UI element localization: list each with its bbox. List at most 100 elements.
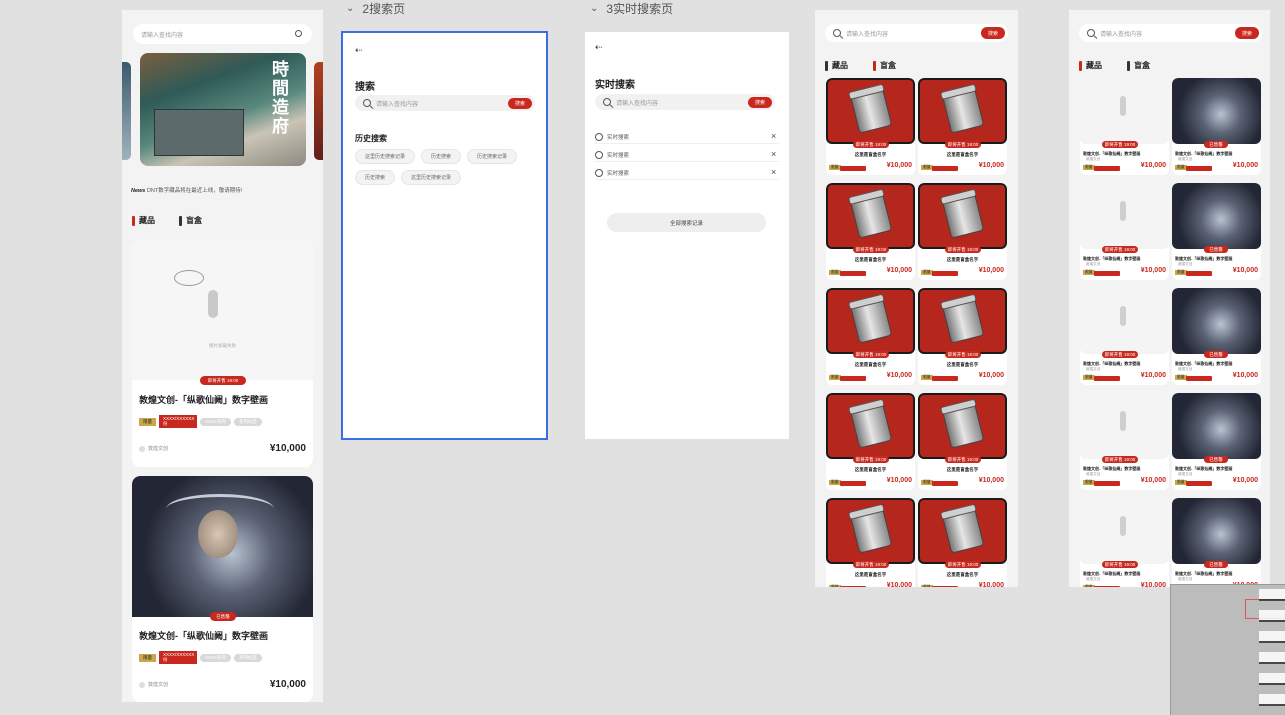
grid-card[interactable]: 即将开售 19:00 这里是盲盒名字 限量 ¥10,000 (826, 393, 915, 490)
result-row[interactable]: 实时搜索 (595, 166, 779, 180)
card-name: 这里是盲盒名字 (854, 257, 887, 262)
card-price: ¥10,000 (1232, 477, 1258, 484)
edition-tag: 限量 XXXX/XXXXXX份 XXXX系列 系列标签 (139, 651, 263, 664)
search-input[interactable]: 请输入查找内容 搜索 (595, 94, 775, 110)
result-row[interactable]: 实时搜索 (595, 130, 779, 144)
grid-card[interactable]: 即将开售 19:00 这里是盲盒名字 限量 ¥10,000 (918, 393, 1007, 490)
grid-card[interactable]: 即将开售 19:00 这里是盲盒名字 限量 ¥10,000 (826, 288, 915, 385)
creator-avatar (139, 445, 145, 452)
grid-card[interactable]: 即将开售 19:00 敦煌文创-「纵歌仙阙」数字壁画 敦煌文创 限量 ¥10,000 (1080, 498, 1169, 587)
grid-card[interactable]: 已售罄敦煌文创-「纵歌仙阙」数字壁画敦煌文创限量¥10,000 (1172, 393, 1261, 490)
grid-card[interactable]: 即将开售 19:00 这里是盲盒名字 限量 ¥10,000 (826, 498, 915, 587)
history-chip[interactable]: 这里历史搜索记录 (355, 149, 416, 164)
chevron-down-icon[interactable]: ⌄ (590, 3, 598, 14)
search-button[interactable]: 搜索 (981, 27, 1005, 39)
minimap-thumbnails (1259, 589, 1285, 714)
history-chip[interactable]: 历史搜索 (355, 170, 396, 185)
blindbox-grid-frame: 请输入查找内容 搜索 藏品 盲盒 即将开售 19:00 这里是盲盒名字 限量 ¥10,… (815, 10, 1018, 587)
search-button[interactable]: 搜索 (1235, 27, 1259, 39)
card-price: ¥10,000 (978, 162, 1004, 169)
search-input[interactable]: 请输入查找内容 搜索 (1079, 24, 1262, 42)
status-badge: 即将开售 19:00 (945, 246, 981, 253)
blindbox-image (918, 183, 1007, 249)
product-card[interactable]: 图片加载失败 即将开售 19:00 敦煌文创-「纵歌仙阙」数字壁画 限量 XXX… (132, 240, 313, 467)
grid-card[interactable]: 即将开售 19:00 这里是盲盒名字 限量 ¥10,000 (918, 498, 1007, 587)
status-badge: 即将开售 19:00 (853, 351, 889, 358)
tab-blindbox[interactable]: 盲盒 (179, 215, 202, 226)
clock-icon (595, 168, 603, 177)
frame2-header[interactable]: ⌄ 2搜索页 (346, 0, 405, 17)
edition-tag: 限量 (921, 480, 933, 485)
creator-avatar (139, 681, 145, 688)
grid-card[interactable]: 即将开售 19:00 这里是盲盒名字 限量 ¥10,000 (918, 288, 1007, 385)
grid-card[interactable]: 已售罄敦煌文创-「纵歌仙阙」数字壁画敦煌文创限量¥10,000 (1172, 183, 1261, 280)
home-search-input[interactable]: 请输入查找内容 (133, 24, 312, 44)
back-icon[interactable]: ⇠ (355, 45, 363, 56)
product-card[interactable]: 已售罄 敦煌文创-「纵歌仙阙」数字壁画 限量 XXXX/XXXXXX份 XXXX… (132, 476, 313, 702)
all-records-button[interactable]: 全部搜索记录 (607, 213, 766, 232)
banner-image[interactable]: 時間造府 (140, 53, 306, 166)
card-price: ¥10,000 (1232, 162, 1258, 169)
tab-label: 藏品 (139, 216, 155, 225)
banner-right-peek[interactable] (314, 62, 323, 160)
minimap[interactable] (1170, 584, 1285, 715)
realtime-search-frame: ⇠ 实时搜索 请输入查找内容 搜索 实时搜索 × 实时搜索 × 实时搜索 × 全… (585, 32, 789, 439)
status-badge: 即将开售 19:00 (1102, 561, 1138, 568)
grid-card[interactable]: 即将开售 19:00 这里是盲盒名字 限量 ¥10,000 (918, 183, 1007, 280)
search-button[interactable]: 搜索 (508, 97, 532, 109)
edition-tag: 限量 (829, 270, 841, 275)
tab-blindbox[interactable]: 盲盒 (1127, 60, 1150, 71)
grid-card[interactable]: 即将开售 19:00 这里是盲盒名字 限量 ¥10,000 (826, 183, 915, 280)
search-button[interactable]: 搜索 (748, 96, 772, 108)
search-input[interactable]: 请输入查找内容 搜索 (355, 95, 535, 111)
close-icon[interactable]: × (771, 149, 776, 159)
close-icon[interactable]: × (771, 131, 776, 141)
card-name: 这里是盲盒名字 (946, 467, 979, 472)
card-price: ¥10,000 (1232, 267, 1258, 274)
close-icon[interactable]: × (771, 167, 776, 177)
chevron-down-icon[interactable]: ⌄ (346, 3, 354, 14)
history-chip[interactable]: 历史搜索记录 (467, 149, 518, 164)
tab-collectibles[interactable]: 藏品 (1079, 60, 1102, 71)
grid-card[interactable]: 已售罄敦煌文创-「纵歌仙阙」数字壁画敦煌文创限量¥10,000 (1172, 78, 1261, 175)
tab-collectibles[interactable]: 藏品 (132, 215, 155, 226)
product-price: ¥10,000 (269, 679, 306, 690)
edition-tag: 限量 (921, 165, 933, 170)
grid-card[interactable]: 已售罄敦煌文创-「纵歌仙阙」数字壁画敦煌文创限量¥10,000 (1172, 498, 1261, 587)
history-chip[interactable]: 历史搜索 (421, 149, 462, 164)
grid-card[interactable]: 即将开售 19:00 敦煌文创-「纵歌仙阙」数字壁画 敦煌文创 限量 ¥10,000 (1080, 393, 1169, 490)
edition-bar (932, 481, 958, 486)
grid-card[interactable]: 即将开售 19:00 这里是盲盒名字 限量 ¥10,000 (826, 78, 915, 175)
empty-image (1080, 393, 1169, 459)
grid-card[interactable]: 已售罄敦煌文创-「纵歌仙阙」数字壁画敦煌文创限量¥10,000 (1172, 288, 1261, 385)
grid-card[interactable]: 即将开售 19:00 敦煌文创-「纵歌仙阙」数字壁画 敦煌文创 限量 ¥10,000 (1080, 78, 1169, 175)
search-icon[interactable] (295, 30, 302, 37)
grid-card[interactable]: 即将开售 19:00 敦煌文创-「纵歌仙阙」数字壁画 敦煌文创 限量 ¥10,000 (1080, 288, 1169, 385)
grid-card[interactable]: 即将开售 19:00 敦煌文创-「纵歌仙阙」数字壁画 敦煌文创 限量 ¥10,000 (1080, 183, 1169, 280)
card-name: 这里是盲盒名字 (946, 362, 979, 367)
tab-collectibles[interactable]: 藏品 (825, 60, 848, 71)
status-badge: 即将开售 19:00 (945, 141, 981, 148)
edition-bar (840, 481, 866, 486)
back-icon[interactable]: ⇠ (595, 42, 603, 53)
banner-left-peek[interactable] (122, 62, 131, 160)
search-input[interactable]: 请输入查找内容 搜索 (825, 24, 1008, 42)
history-chip[interactable]: 这里历史搜索记录 (401, 170, 462, 185)
tab-blindbox[interactable]: 盲盒 (873, 60, 896, 71)
grid-card[interactable]: 即将开售 19:00 这里是盲盒名字 限量 ¥10,000 (918, 78, 1007, 175)
card-price: ¥10,000 (1140, 372, 1166, 379)
news-bar[interactable]: News DNT数字藏品将在最近上线，敬请期待! (131, 186, 242, 194)
frame3-header[interactable]: ⌄ 3实时搜索页 (590, 0, 673, 17)
edition-tag: 限量 (1175, 270, 1187, 275)
edition-tag: 限量 (829, 585, 841, 587)
edition-tag: 限量 (1083, 585, 1095, 587)
edition-bar (1094, 271, 1120, 276)
card-price: ¥10,000 (978, 582, 1004, 587)
status-badge: 即将开售 19:00 (853, 141, 889, 148)
edition-bar (932, 166, 958, 171)
result-row[interactable]: 实时搜索 (595, 148, 779, 162)
edition-bar (1094, 166, 1120, 171)
search-icon (833, 29, 841, 37)
blindbox-can-icon (941, 401, 984, 449)
blindbox-can-icon (849, 401, 892, 449)
